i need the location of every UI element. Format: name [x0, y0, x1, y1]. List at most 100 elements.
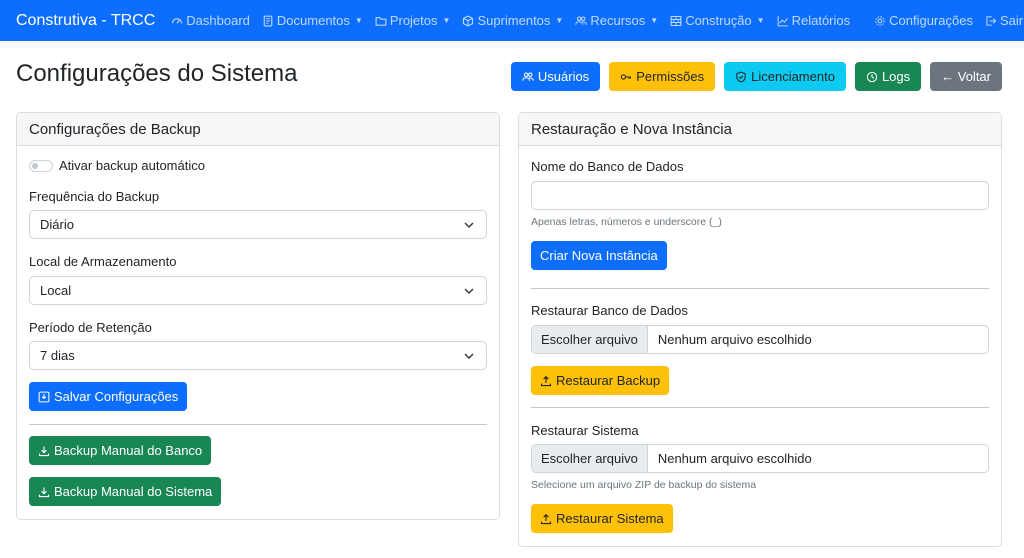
chevron-down-icon: ▼	[650, 16, 659, 25]
backup-settings-card: Configurações de Backup Ativar backup au…	[16, 112, 500, 520]
frequency-select[interactable]: Diário	[29, 210, 487, 239]
restore-system-label: Restaurar Sistema	[531, 423, 639, 438]
save-settings-label: Salvar Configurações	[54, 389, 179, 404]
nav-sair-label: Sair	[999, 13, 1024, 28]
nav-dashboard[interactable]: Dashboard	[171, 13, 250, 28]
speedometer-icon	[172, 17, 183, 24]
restore-card: Restauração e Nova Instância Nome do Ban…	[518, 112, 1002, 547]
upload-icon	[540, 375, 552, 386]
restore-system-label-text: Restaurar Sistema	[556, 511, 664, 526]
logs-button-label: Logs	[881, 69, 911, 84]
restore-db-label: Restaurar Banco de Dados	[531, 303, 688, 318]
restore-backup-label: Restaurar Backup	[556, 373, 661, 388]
nav-projetos-label: Projetos	[389, 13, 438, 28]
back-button[interactable]: ← Voltar	[930, 62, 1002, 91]
users-button-label: Usuários	[537, 69, 590, 84]
download-icon	[38, 487, 50, 497]
users-button[interactable]: Usuários	[510, 62, 601, 91]
nav-relatorios-label: Relatórios	[791, 13, 851, 28]
create-instance-button[interactable]: Criar Nova Instância	[531, 241, 667, 270]
gear-icon	[875, 15, 885, 26]
document-icon	[263, 15, 273, 26]
retention-select[interactable]: 7 dias	[29, 341, 487, 370]
manual-db-backup-label: Backup Manual do Banco	[54, 443, 203, 458]
top-navbar: Construtiva - TRCC Dashboard Documentos …	[0, 0, 1024, 41]
permissions-button[interactable]: Permissões	[609, 62, 716, 91]
storage-label: Local de Armazenamento	[29, 254, 177, 269]
retention-select-value: 7 dias	[40, 348, 75, 363]
choose-file-button[interactable]: Escolher arquivo	[532, 326, 648, 353]
nav-configuracoes-label: Configurações	[889, 13, 973, 28]
bricks-icon	[670, 15, 682, 26]
restore-card-header: Restauração e Nova Instância	[519, 113, 1001, 146]
nav-suprimentos-label: Suprimentos	[477, 13, 551, 28]
licensing-button[interactable]: Licenciamento	[724, 62, 846, 91]
manual-db-backup-button[interactable]: Backup Manual do Banco	[29, 436, 212, 465]
logout-icon	[986, 15, 997, 26]
save-settings-button[interactable]: Salvar Configurações	[29, 382, 188, 411]
licensing-button-label: Licenciamento	[751, 69, 835, 84]
nav-dashboard-label: Dashboard	[186, 13, 250, 28]
storage-select[interactable]: Local	[29, 276, 487, 305]
frequency-label: Frequência do Backup	[29, 189, 160, 204]
auto-backup-label: Ativar backup automático	[59, 158, 205, 173]
chevron-down-icon: ▼	[442, 16, 451, 25]
chevron-down-icon	[464, 222, 474, 229]
nav-sair[interactable]: Sair	[985, 13, 1023, 28]
nav-construcao-label: Construção	[685, 13, 752, 28]
divider	[29, 424, 487, 425]
toggle-knob	[32, 163, 38, 169]
permissions-button-label: Permissões	[636, 69, 705, 84]
divider	[531, 407, 989, 408]
page-title: Configurações do Sistema	[16, 60, 298, 87]
nav-recursos[interactable]: Recursos ▼	[575, 13, 658, 28]
choose-file-button[interactable]: Escolher arquivo	[532, 445, 648, 472]
restore-db-file-input[interactable]: Escolher arquivo Nenhum arquivo escolhid…	[531, 325, 989, 354]
create-instance-label: Criar Nova Instância	[540, 248, 658, 263]
brand-title[interactable]: Construtiva - TRCC	[16, 12, 155, 30]
frequency-select-value: Diário	[40, 217, 74, 232]
people-icon	[522, 72, 534, 81]
nav-right-group: Configurações Sair	[862, 13, 1023, 28]
download-icon	[38, 446, 50, 456]
chevron-down-icon	[464, 353, 474, 360]
nav-documentos-label: Documentos	[276, 13, 350, 28]
backup-card-header: Configurações de Backup	[17, 113, 499, 146]
back-button-label: ← Voltar	[941, 69, 991, 84]
file-name-display: Nenhum arquivo escolhido	[657, 332, 812, 347]
chart-line-icon	[777, 15, 788, 26]
restore-system-help: Selecione um arquivo ZIP de backup do si…	[531, 479, 757, 491]
db-name-help: Apenas letras, números e underscore (_)	[531, 216, 722, 228]
db-name-input[interactable]	[531, 181, 989, 210]
upload-icon	[540, 513, 552, 524]
file-name-display: Nenhum arquivo escolhido	[657, 451, 812, 466]
folder-icon	[375, 16, 387, 26]
restore-system-file-input[interactable]: Escolher arquivo Nenhum arquivo escolhid…	[531, 444, 989, 473]
logs-button[interactable]: Logs	[854, 62, 922, 91]
page-actions: Usuários Permissões Licenciamento Logs ←…	[510, 62, 1002, 91]
nav-documentos[interactable]: Documentos ▼	[262, 13, 363, 28]
chevron-down-icon	[464, 288, 474, 295]
chevron-down-icon: ▼	[354, 16, 363, 25]
retention-label: Período de Retenção	[29, 320, 152, 335]
divider	[531, 288, 989, 289]
nav-suprimentos[interactable]: Suprimentos ▼	[462, 13, 563, 28]
restore-system-button[interactable]: Restaurar Sistema	[531, 504, 673, 533]
nav-construcao[interactable]: Construção ▼	[670, 13, 765, 28]
nav-relatorios[interactable]: Relatórios	[777, 13, 851, 28]
nav-projetos[interactable]: Projetos ▼	[375, 13, 451, 28]
key-icon	[620, 73, 632, 80]
auto-backup-toggle[interactable]	[29, 160, 53, 172]
people-icon	[575, 16, 588, 25]
storage-select-value: Local	[40, 283, 72, 298]
nav-recursos-label: Recursos	[590, 13, 646, 28]
db-name-label: Nome do Banco de Dados	[531, 159, 684, 174]
nav-configuracoes[interactable]: Configurações	[874, 13, 973, 28]
shield-icon	[736, 71, 746, 82]
chevron-down-icon: ▼	[756, 16, 765, 25]
restore-backup-button[interactable]: Restaurar Backup	[531, 366, 670, 395]
box-icon	[463, 15, 474, 26]
manual-system-backup-label: Backup Manual do Sistema	[54, 484, 213, 499]
manual-system-backup-button[interactable]: Backup Manual do Sistema	[29, 477, 222, 506]
clock-icon	[866, 71, 878, 82]
